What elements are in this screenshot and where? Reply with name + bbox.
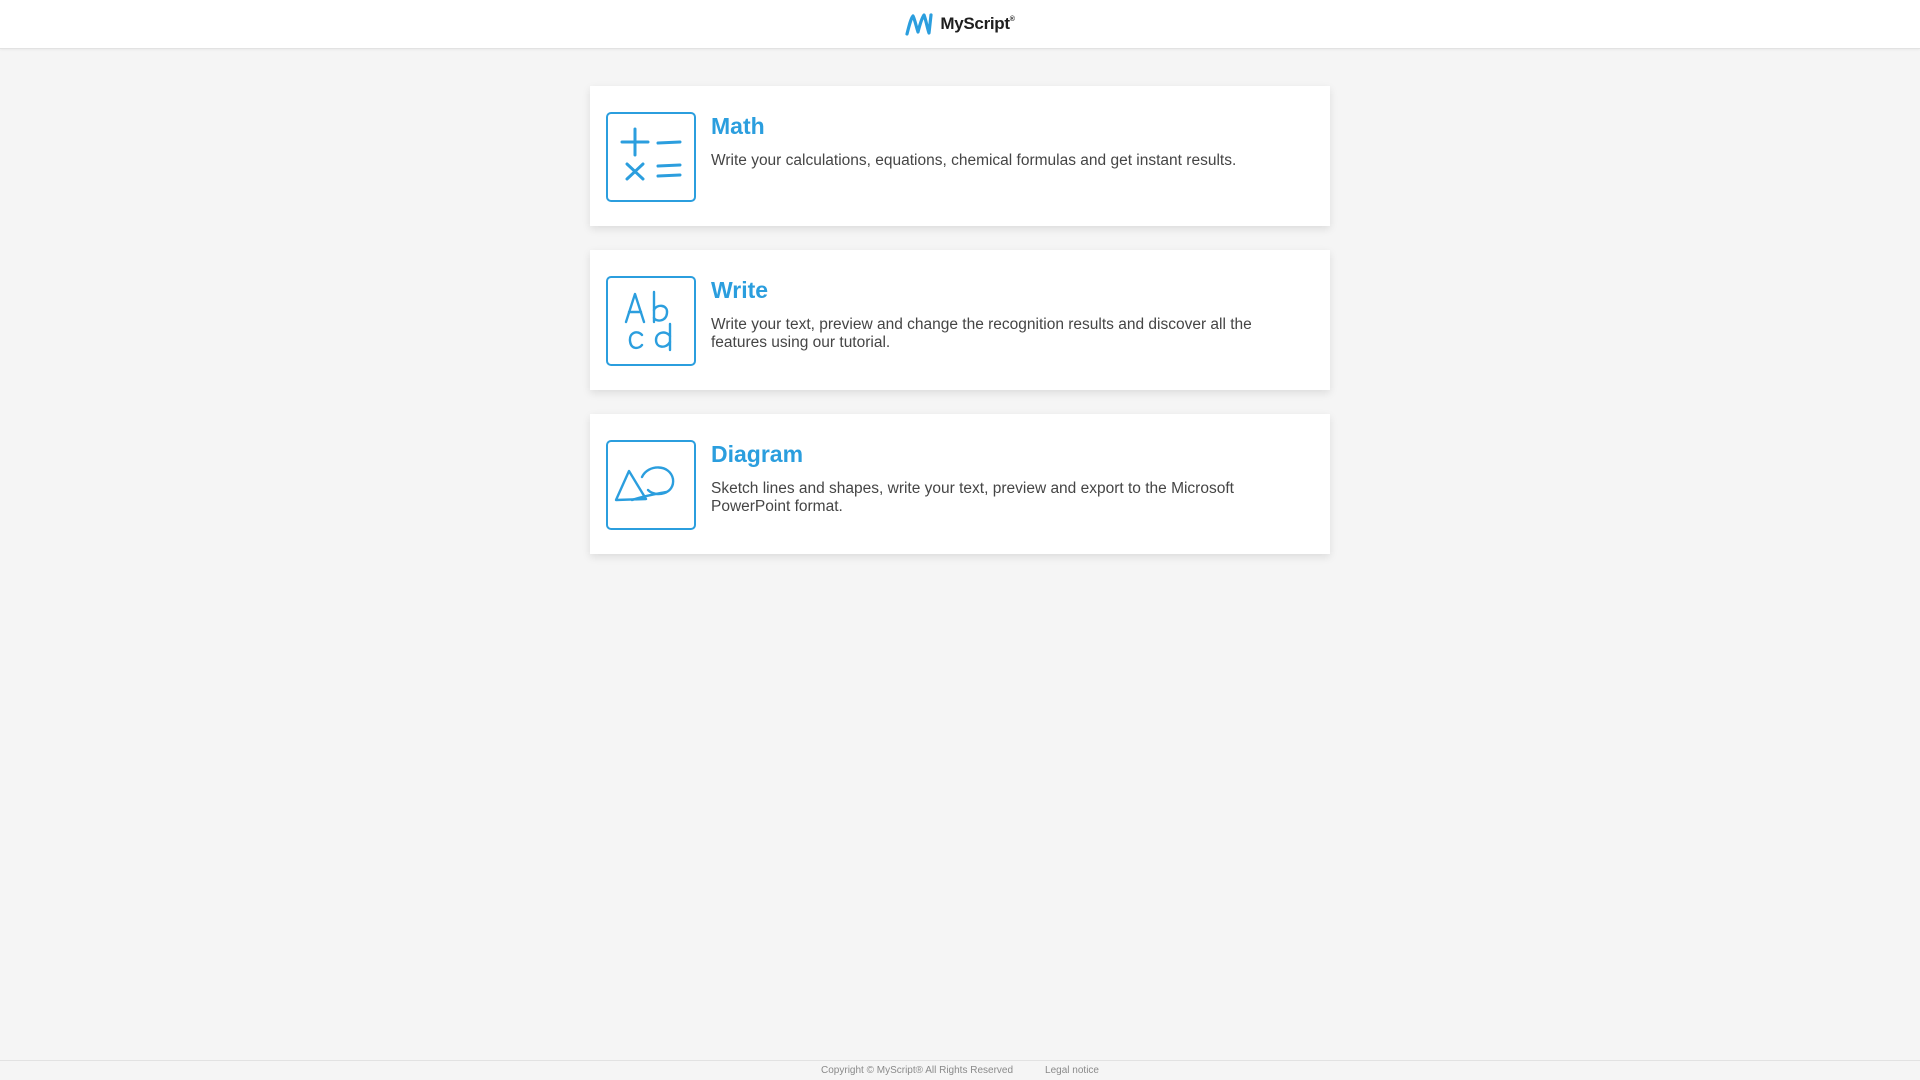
page-footer: Copyright © MyScript® All Rights Reserve… xyxy=(0,1060,1920,1080)
math-description: Write your calculations, equations, chem… xyxy=(711,152,1237,169)
myscript-logo-icon xyxy=(905,13,933,36)
copyright-text: Copyright © MyScript® All Rights Reserve… xyxy=(821,1065,1014,1076)
legal-notice-link[interactable]: Legal notice xyxy=(1045,1065,1099,1076)
diagram-card[interactable]: Diagram Sketch lines and shapes, write y… xyxy=(590,414,1330,554)
math-title: Math xyxy=(711,113,765,139)
write-card[interactable]: Write Write your text, preview and chang… xyxy=(590,250,1330,390)
diagram-title: Diagram xyxy=(711,441,804,467)
math-card[interactable]: Math Write your calculations, equations,… xyxy=(590,86,1330,226)
diagram-shapes-icon xyxy=(606,440,696,530)
write-title: Write xyxy=(711,277,769,303)
app-header: MyScript® xyxy=(0,0,1920,49)
write-description: Write your text, preview and change the … xyxy=(711,316,1252,351)
handwriting-abcd-icon xyxy=(606,276,696,366)
math-operators-icon xyxy=(606,112,696,202)
myscript-logo[interactable]: MyScript® xyxy=(905,11,1015,37)
diagram-description: Sketch lines and shapes, write your text… xyxy=(711,480,1234,515)
brand-name: MyScript® xyxy=(940,14,1015,33)
